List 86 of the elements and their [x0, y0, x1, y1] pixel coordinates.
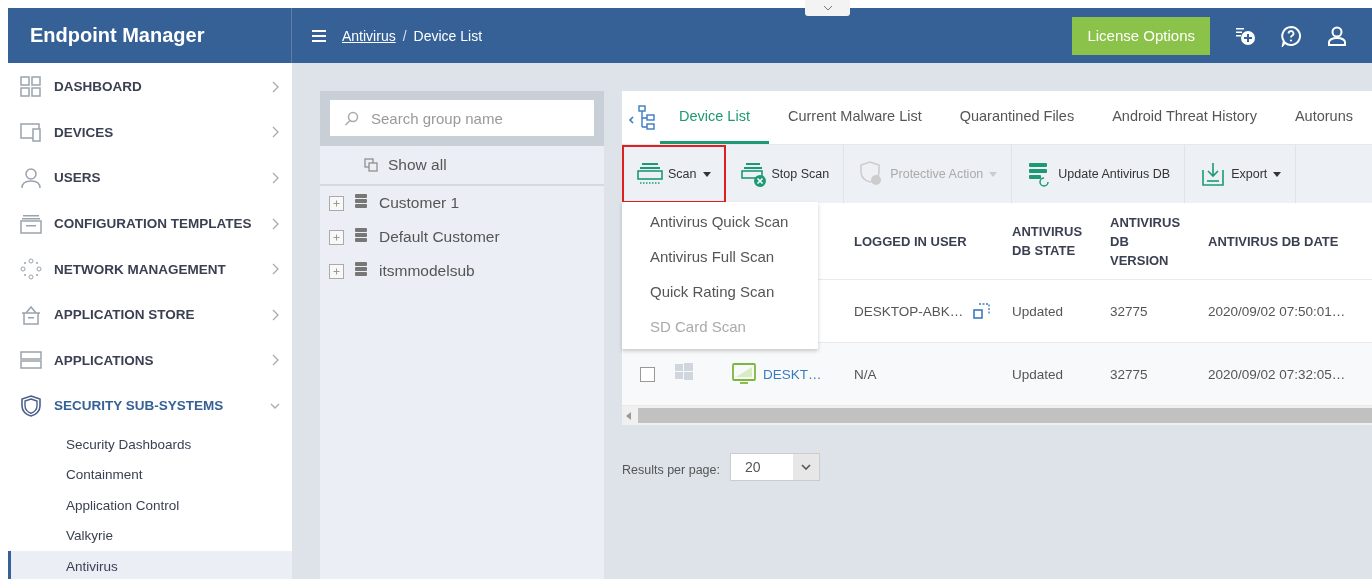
- tab[interactable]: Android Threat History: [1093, 91, 1276, 144]
- sidebar-item[interactable]: APPLICATION STORE: [8, 291, 292, 338]
- table-cell: DESKTOP-ABK…: [854, 303, 964, 319]
- grid-icon: [20, 75, 42, 98]
- menu-item[interactable]: Antivirus Quick Scan: [622, 204, 818, 239]
- expand-icon[interactable]: [329, 229, 344, 245]
- table-cell: Updated: [1012, 304, 1064, 319]
- column-header[interactable]: ANTIVIRUS DB DATE: [1208, 231, 1372, 251]
- table-cell: Updated: [1012, 367, 1064, 382]
- network-icon: [20, 258, 42, 281]
- breadcrumb-current: Device List: [413, 27, 483, 44]
- sidebar-label: USERS: [54, 170, 102, 186]
- search-field[interactable]: Search group name: [330, 100, 594, 136]
- expand-icon[interactable]: [329, 195, 344, 211]
- sidebar-item[interactable]: NETWORK MANAGEMENT: [8, 246, 292, 292]
- user-icon[interactable]: [1326, 24, 1348, 47]
- tree-toggle-icon[interactable]: [628, 103, 658, 132]
- server-stack-icon: [353, 227, 369, 243]
- dropdown-button[interactable]: Export: [1185, 145, 1297, 203]
- caret-icon: [1273, 171, 1282, 177]
- sidebar-item[interactable]: APPLICATIONS: [8, 337, 292, 384]
- shield-icon: [20, 394, 42, 417]
- sidebar-item[interactable]: DEVICES: [8, 109, 292, 156]
- sidebar-label: DEVICES: [54, 124, 115, 140]
- expand-icon[interactable]: [329, 263, 344, 279]
- table-cell: N/A: [854, 366, 877, 382]
- sidebar-item[interactable]: USERS: [8, 155, 292, 201]
- devices-icon: [20, 121, 42, 144]
- stop-scan-icon: [739, 160, 768, 188]
- column-header[interactable]: LOGGED IN USER: [854, 231, 967, 251]
- toolbar-button[interactable]: Update Antivirus DB: [1012, 145, 1186, 203]
- chevron-down-icon: [801, 464, 811, 470]
- table-cell: 2020/09/02 07:50:01…: [1208, 304, 1346, 319]
- breadcrumb-separator: /: [402, 27, 407, 44]
- sidebar-subitem[interactable]: Antivirus: [8, 550, 292, 579]
- breadcrumb-link[interactable]: Antivirus: [342, 27, 396, 44]
- tab[interactable]: Quarantined Files: [940, 91, 1094, 144]
- menu-icon[interactable]: [312, 29, 326, 42]
- sidebar-label: NETWORK MANAGEMENT: [54, 261, 227, 277]
- group-name[interactable]: itsmmodelsub: [379, 262, 475, 280]
- sidebar-subitem[interactable]: Containment: [8, 459, 292, 490]
- sidebar-label: APPLICATION STORE: [54, 307, 196, 323]
- sidebar-item[interactable]: CONFIGURATION TEMPLATES: [8, 200, 292, 247]
- overlapping-squares-icon: [364, 157, 379, 173]
- user-icon: [20, 167, 42, 189]
- stacked-bars-icon: [20, 349, 42, 372]
- caret-icon: [822, 5, 833, 11]
- server-stack-icon: [353, 261, 369, 277]
- checkbox[interactable]: [640, 366, 655, 382]
- sidebar-subitem[interactable]: Application Control: [8, 489, 292, 521]
- scroll-left-icon[interactable]: [626, 411, 632, 420]
- horizontal-scrollbar[interactable]: [622, 406, 1372, 425]
- server-stack-icon: [353, 193, 369, 209]
- caret-icon: [702, 171, 711, 177]
- device-name-link[interactable]: DESKT…: [763, 366, 822, 382]
- table-cell: 32775: [1110, 367, 1148, 382]
- table-cell: 32775: [1110, 304, 1148, 319]
- group-name[interactable]: Customer 1: [379, 194, 460, 212]
- group-name[interactable]: Default Customer: [379, 228, 500, 246]
- menu-item[interactable]: Antivirus Full Scan: [622, 239, 818, 274]
- sidebar-label: CONFIGURATION TEMPLATES: [54, 216, 253, 232]
- basket-icon: [20, 303, 42, 326]
- sidebar-label: APPLICATIONS: [54, 352, 155, 368]
- monitor-icon: [732, 363, 756, 385]
- dropdown-button[interactable]: Scan: [622, 145, 726, 203]
- sidebar-label: DASHBOARD: [54, 79, 143, 95]
- results-per-page-label: Results per page:: [622, 463, 720, 477]
- sidebar-item[interactable]: DASHBOARD: [8, 64, 292, 110]
- menu-item[interactable]: Quick Rating Scan: [622, 274, 818, 309]
- remote-control-icon[interactable]: [973, 302, 992, 320]
- tab[interactable]: Current Malware List: [768, 91, 941, 144]
- search-icon: [344, 111, 359, 126]
- sidebar-subitem[interactable]: Valkyrie: [8, 520, 292, 551]
- show-all-link[interactable]: Show all: [388, 156, 447, 174]
- page-size-select[interactable]: 20: [730, 453, 820, 481]
- caret-icon: [989, 171, 998, 177]
- table-cell: 2020/09/02 07:32:05…: [1208, 367, 1346, 382]
- tray-icon: [20, 212, 42, 235]
- windows-icon: [674, 362, 694, 382]
- column-header[interactable]: ANTIVIRUS DB VERSION: [1110, 212, 1180, 270]
- sidebar-subitem[interactable]: Security Dashboards: [8, 428, 292, 460]
- sidebar-item[interactable]: SECURITY SUB-SYSTEMS: [8, 383, 292, 429]
- sidebar-label: SECURITY SUB-SYSTEMS: [54, 398, 225, 414]
- tab[interactable]: Autoruns: [1275, 91, 1372, 144]
- column-header[interactable]: ANTIVIRUS DB STATE: [1012, 222, 1082, 260]
- help-icon[interactable]: [1280, 24, 1302, 47]
